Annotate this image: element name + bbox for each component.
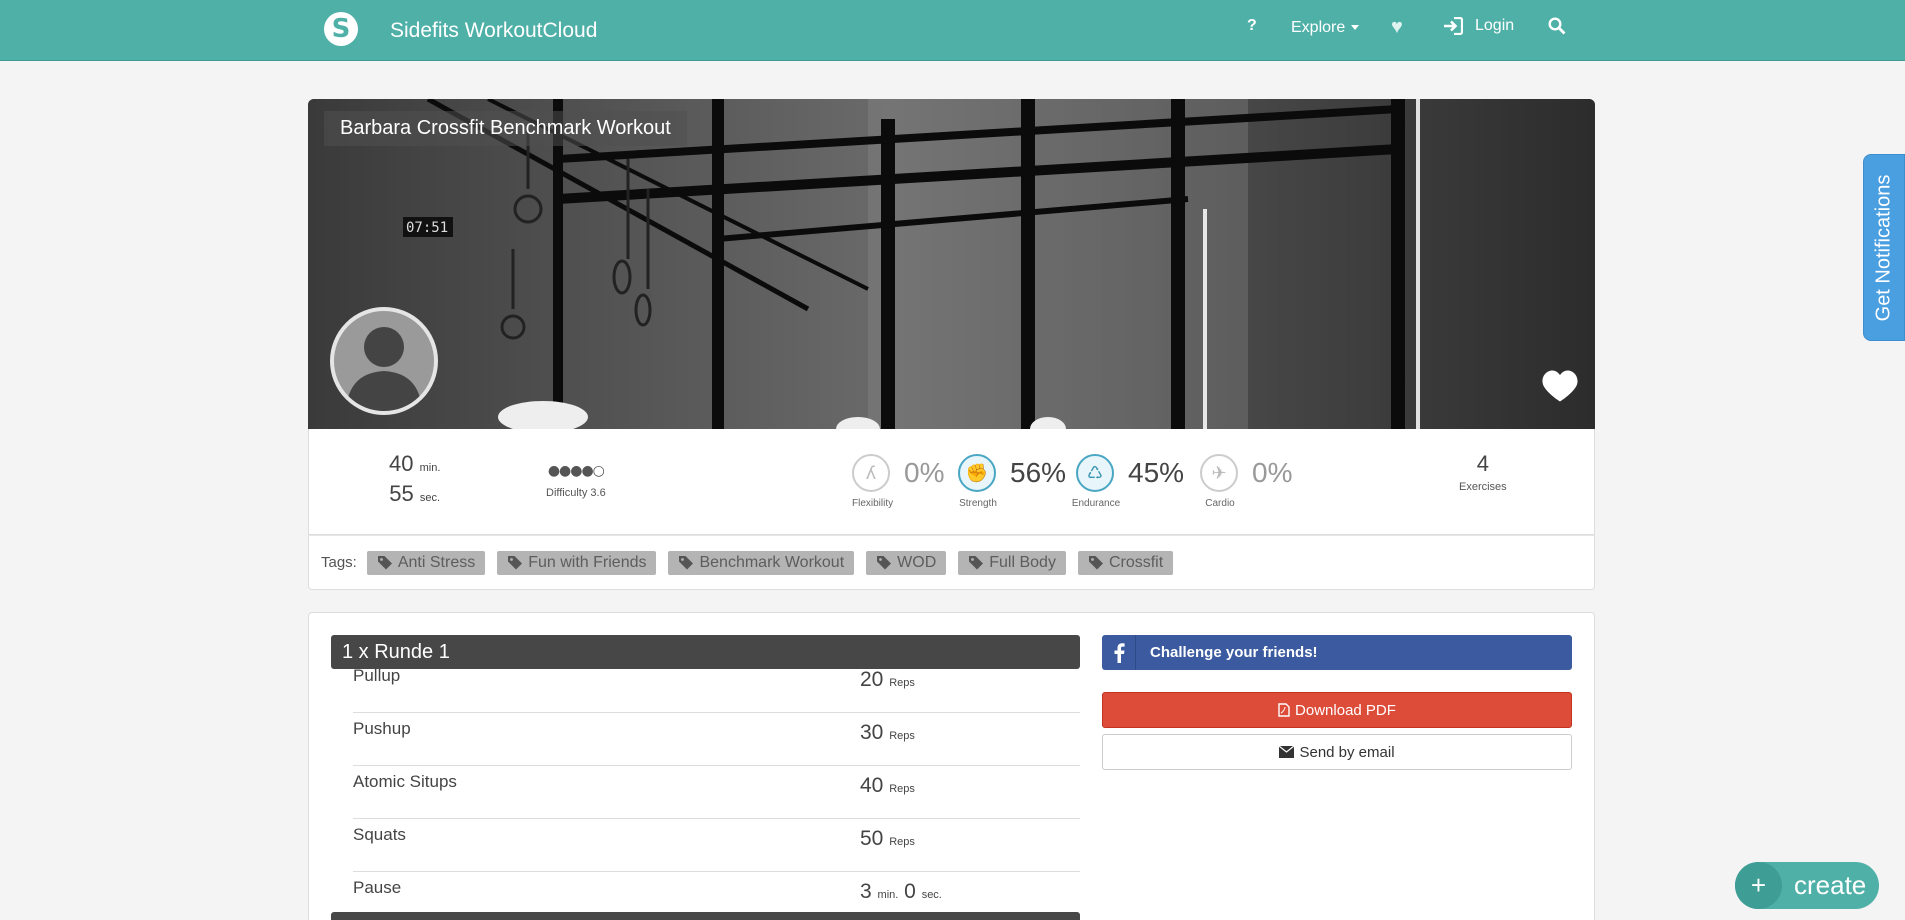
search-icon[interactable] xyxy=(1548,17,1566,40)
explore-menu[interactable]: Explore xyxy=(1291,19,1360,37)
envelope-icon xyxy=(1279,746,1295,758)
help-link[interactable]: ? xyxy=(1247,17,1257,35)
challenge-label: Challenge your friends! xyxy=(1150,644,1318,661)
tag-icon xyxy=(877,556,892,570)
login-icon xyxy=(1444,17,1463,35)
get-notifications-label: Get Notifications xyxy=(1872,174,1895,321)
exercise-reps: 30 Reps xyxy=(860,721,915,744)
exercises-count: 4 Exercises xyxy=(1459,451,1507,493)
cardio-icon: ✈ xyxy=(1200,454,1238,492)
metric-value: 0% xyxy=(1252,457,1293,488)
metric-label: Endurance xyxy=(1071,498,1121,509)
metric-endurance: ♺ Endurance 45% xyxy=(1072,454,1185,509)
tag-label: Anti Stress xyxy=(397,553,476,571)
workout-title: Barbara Crossfit Benchmark Workout xyxy=(324,111,687,146)
login-link[interactable]: Login xyxy=(1443,17,1514,35)
exercise-row[interactable]: Pushup 30 Reps xyxy=(353,713,1080,766)
tag-benchmark-workout[interactable]: Benchmark Workout xyxy=(668,550,855,575)
workout-header-image: 07:51 Barbara Crossfit Benchmark Workout xyxy=(308,99,1595,429)
challenge-friends-button[interactable]: Challenge your friends! xyxy=(1102,635,1572,670)
metric-flexibility: ʎ Flexibility 0% xyxy=(852,454,945,509)
duration: 40 min. 55 sec. xyxy=(389,451,440,511)
get-notifications-tab[interactable]: Get Notifications xyxy=(1863,154,1905,341)
login-label: Login xyxy=(1475,17,1515,34)
metric-strength: ✊ Strength 56% xyxy=(958,454,1067,509)
explore-label: Explore xyxy=(1291,19,1346,36)
exercise-name: Squats xyxy=(353,825,406,844)
next-round-header[interactable] xyxy=(331,912,1080,920)
exercise-row[interactable]: Atomic Situps 40 Reps xyxy=(353,766,1080,819)
sidefits-logo[interactable]: S xyxy=(324,12,358,46)
metric-value: 45% xyxy=(1128,457,1185,488)
exercise-name: Pullup xyxy=(353,666,401,685)
exercises-count-value: 4 xyxy=(1476,451,1489,476)
metric-value: 56% xyxy=(1010,457,1067,488)
duration-minutes: 40 xyxy=(389,451,414,476)
author-avatar[interactable] xyxy=(330,307,438,415)
create-button[interactable]: + create xyxy=(1735,862,1879,909)
caret-down-icon xyxy=(1351,25,1360,31)
tag-label: Full Body xyxy=(989,553,1056,571)
exercise-name: Pushup xyxy=(353,719,411,738)
gym-rig-photo: 07:51 xyxy=(308,99,1595,429)
difficulty-label: Difficulty 3.6 xyxy=(546,487,606,499)
endurance-icon: ♺ xyxy=(1076,454,1114,492)
workout-stats: 40 min. 55 sec. ●●●●○ Difficulty 3.6 ʎ F… xyxy=(308,429,1595,535)
tag-icon xyxy=(679,556,694,570)
download-pdf-button[interactable]: Download PDF xyxy=(1102,692,1572,728)
exercise-row[interactable]: Pullup 20 Reps xyxy=(353,660,1080,713)
tag-icon xyxy=(508,556,523,570)
tag-crossfit[interactable]: Crossfit xyxy=(1077,550,1174,575)
metric-value: 0% xyxy=(904,457,945,488)
duration-seconds: 55 xyxy=(389,481,414,506)
metric-label: Cardio xyxy=(1205,498,1235,509)
download-pdf-label: Download PDF xyxy=(1295,701,1396,719)
top-navbar: S Sidefits WorkoutCloud ? Explore ♥ Logi… xyxy=(0,0,1905,61)
exercise-reps: 20 Reps xyxy=(860,668,915,691)
facebook-icon xyxy=(1102,635,1136,670)
create-label: create xyxy=(1794,870,1867,900)
favorite-heart-icon[interactable] xyxy=(1541,369,1579,408)
exercise-duration: 3 min. 0 sec. xyxy=(860,880,942,903)
pdf-file-icon xyxy=(1278,703,1290,717)
tag-label: Fun with Friends xyxy=(528,553,647,571)
plus-icon: + xyxy=(1735,862,1782,909)
user-silhouette-icon xyxy=(346,327,422,411)
exercises-count-label: Exercises xyxy=(1459,481,1507,493)
exercise-reps: 50 Reps xyxy=(860,827,915,850)
duration-seconds-unit: sec. xyxy=(419,492,441,504)
difficulty-dots: ●●●●○ xyxy=(547,463,605,479)
tag-wod[interactable]: WOD xyxy=(866,550,947,575)
tag-icon xyxy=(1088,556,1103,570)
metric-cardio: ✈ Cardio 0% xyxy=(1200,454,1293,509)
exercise-name: Atomic Situps xyxy=(353,772,457,791)
send-email-button[interactable]: Send by email xyxy=(1102,734,1572,770)
exercise-reps: 40 Reps xyxy=(860,774,915,797)
tag-fun-with-friends[interactable]: Fun with Friends xyxy=(497,550,657,575)
duration-minutes-unit: min. xyxy=(419,462,441,474)
difficulty: ●●●●○ Difficulty 3.6 xyxy=(546,463,606,499)
metric-label: Flexibility xyxy=(852,498,894,509)
tag-label: Crossfit xyxy=(1108,553,1164,571)
tag-anti-stress[interactable]: Anti Stress xyxy=(366,550,486,575)
exercise-row[interactable]: Squats 50 Reps xyxy=(353,819,1080,872)
favorites-heart-icon[interactable]: ♥ xyxy=(1391,16,1403,39)
tag-icon xyxy=(377,556,392,570)
svg-text:07:51: 07:51 xyxy=(406,220,448,236)
brand-name[interactable]: Sidefits WorkoutCloud xyxy=(390,19,597,43)
strength-icon: ✊ xyxy=(958,454,996,492)
tag-label: Benchmark Workout xyxy=(699,553,845,571)
tag-label: WOD xyxy=(897,553,937,571)
metric-label: Strength xyxy=(959,498,997,509)
tag-full-body[interactable]: Full Body xyxy=(958,550,1066,575)
tag-icon xyxy=(969,556,984,570)
tags-label: Tags: xyxy=(321,554,357,571)
tags-bar: Tags: Anti Stress Fun with Friends Bench… xyxy=(308,535,1595,590)
flexibility-icon: ʎ xyxy=(852,454,890,492)
exercise-name: Pause xyxy=(353,878,402,897)
send-email-label: Send by email xyxy=(1299,743,1395,761)
